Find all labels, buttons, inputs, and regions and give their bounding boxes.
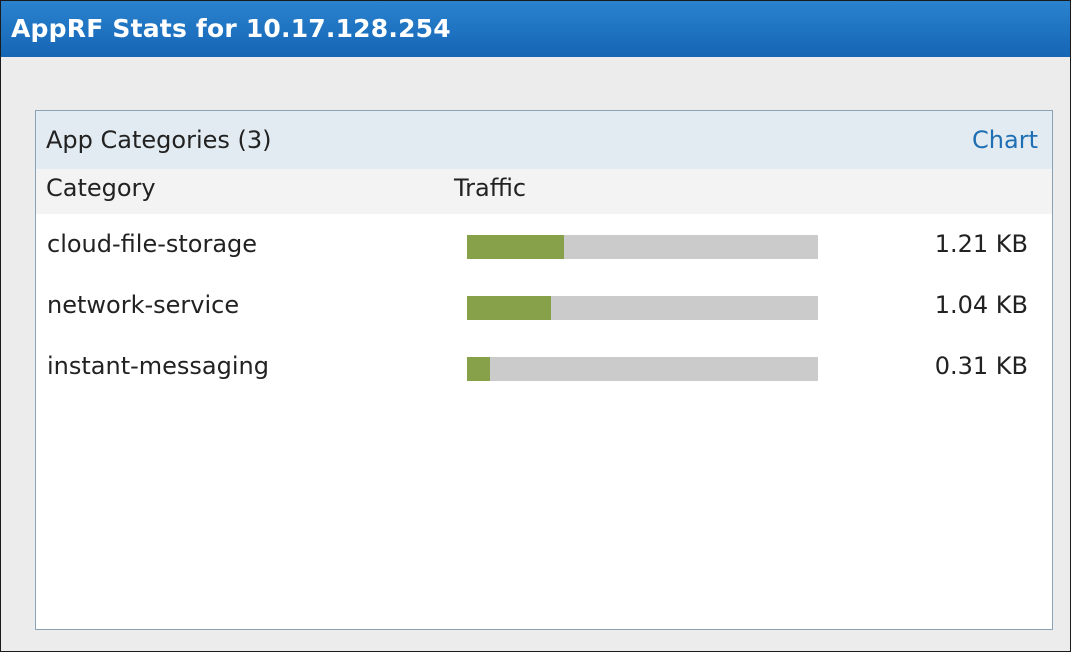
category-list: cloud-file-storage 1.21 KB network-servi…: [36, 214, 1052, 399]
category-name: network-service: [47, 291, 240, 319]
category-row[interactable]: cloud-file-storage 1.21 KB: [36, 216, 1052, 277]
traffic-value: 1.21 KB: [934, 230, 1028, 258]
window-title: AppRF Stats for 10.17.128.254: [1, 1, 1070, 57]
column-header-traffic[interactable]: Traffic: [454, 174, 526, 202]
traffic-bar-track: [467, 235, 818, 259]
category-name: instant-messaging: [47, 352, 269, 380]
column-header-category[interactable]: Category: [46, 174, 156, 202]
apprf-stats-window: AppRF Stats for 10.17.128.254 App Catego…: [0, 0, 1071, 652]
category-name: cloud-file-storage: [47, 230, 258, 258]
panel-header: App Categories (3) Chart: [36, 111, 1052, 169]
traffic-bar-track: [467, 357, 818, 381]
app-categories-panel: App Categories (3) Chart Category Traffi…: [35, 110, 1053, 630]
category-row[interactable]: network-service 1.04 KB: [36, 277, 1052, 338]
traffic-bar-fill: [467, 296, 552, 320]
column-header-row: Category Traffic: [36, 169, 1052, 214]
traffic-bar-fill: [467, 235, 564, 259]
traffic-bar-fill: [467, 357, 491, 381]
traffic-bar-track: [467, 296, 818, 320]
panel-title: App Categories (3): [46, 126, 272, 154]
chart-link[interactable]: Chart: [972, 126, 1038, 154]
category-row[interactable]: instant-messaging 0.31 KB: [36, 338, 1052, 399]
traffic-value: 1.04 KB: [934, 291, 1028, 319]
traffic-value: 0.31 KB: [934, 352, 1028, 380]
